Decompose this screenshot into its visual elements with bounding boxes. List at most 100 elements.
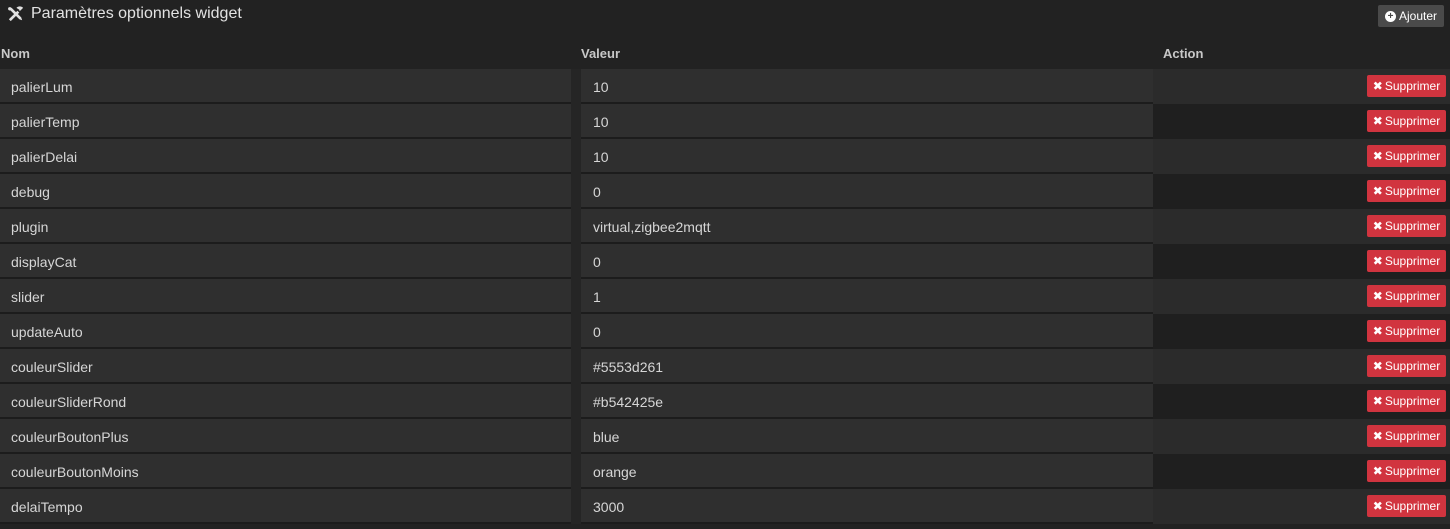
param-name-field[interactable]: slider [0, 279, 571, 314]
table-row: updateAuto 0 ✖ Supprimer [0, 314, 1450, 349]
action-cell: ✖ Supprimer [1153, 244, 1450, 279]
table-row: couleurSliderRond #b542425e ✖ Supprimer [0, 384, 1450, 419]
action-cell: ✖ Supprimer [1153, 104, 1450, 139]
delete-button-label: Supprimer [1384, 254, 1441, 268]
param-value-field[interactable]: #b542425e [581, 384, 1153, 419]
param-name-field[interactable]: couleurSliderRond [0, 384, 571, 419]
cell-divider [571, 174, 581, 209]
table-row: palierDelai 10 ✖ Supprimer [0, 139, 1450, 174]
param-name-field[interactable]: delaiTempo [0, 489, 571, 524]
param-value-field[interactable]: virtual,zigbee2mqtt [581, 209, 1153, 244]
param-name-field[interactable]: couleurBoutonPlus [0, 419, 571, 454]
param-value-field[interactable]: 10 [581, 104, 1153, 139]
params-table-body: palierLum 10 ✖ Supprimer palierTemp 10 ✖ Suppri… [0, 69, 1450, 524]
param-name-field[interactable]: displayCat [0, 244, 571, 279]
cell-divider [571, 314, 581, 349]
table-row: couleurSlider #5553d261 ✖ Supprimer [0, 349, 1450, 384]
delete-button[interactable]: ✖ Supprimer [1367, 355, 1446, 377]
delete-button-label: Supprimer [1384, 149, 1441, 163]
table-row: displayCat 0 ✖ Supprimer [0, 244, 1450, 279]
close-icon: ✖ [1372, 114, 1383, 128]
param-name-text: couleurBoutonPlus [11, 429, 129, 445]
param-value-field[interactable]: #5553d261 [581, 349, 1153, 384]
add-button-label: Ajouter [1398, 9, 1438, 23]
param-name-field[interactable]: debug [0, 174, 571, 209]
delete-button[interactable]: ✖ Supprimer [1367, 215, 1446, 237]
cell-divider [571, 349, 581, 384]
tools-icon [8, 6, 24, 22]
param-value-field[interactable]: blue [581, 419, 1153, 454]
param-name-text: plugin [11, 219, 49, 235]
table-row: couleurBoutonMoins orange ✖ Supprimer [0, 454, 1450, 489]
cell-divider [571, 69, 581, 104]
column-header-action: Action [1163, 46, 1204, 61]
delete-button[interactable]: ✖ Supprimer [1367, 285, 1446, 307]
action-cell: ✖ Supprimer [1153, 384, 1450, 419]
action-cell: ✖ Supprimer [1153, 314, 1450, 349]
delete-button[interactable]: ✖ Supprimer [1367, 110, 1446, 132]
param-name-text: palierDelai [11, 149, 78, 165]
widget-optional-params-panel: Paramètres optionnels widget + Ajouter N… [0, 0, 1450, 529]
delete-button-label: Supprimer [1384, 324, 1441, 338]
close-icon: ✖ [1372, 184, 1383, 198]
cell-divider [571, 104, 581, 139]
delete-button[interactable]: ✖ Supprimer [1367, 75, 1446, 97]
param-value-text: 0 [593, 184, 601, 200]
param-name-text: displayCat [11, 254, 77, 270]
param-name-text: updateAuto [11, 324, 83, 340]
param-value-field[interactable]: 10 [581, 139, 1153, 174]
param-value-text: virtual,zigbee2mqtt [593, 219, 711, 235]
delete-button[interactable]: ✖ Supprimer [1367, 425, 1446, 447]
cell-divider [571, 279, 581, 314]
param-name-field[interactable]: plugin [0, 209, 571, 244]
close-icon: ✖ [1372, 429, 1383, 443]
param-value-field[interactable]: 0 [581, 244, 1153, 279]
panel-title: Paramètres optionnels widget [31, 5, 242, 22]
param-value-text: 10 [593, 79, 609, 95]
action-cell: ✖ Supprimer [1153, 419, 1450, 454]
param-name-field[interactable]: couleurSlider [0, 349, 571, 384]
table-row: palierLum 10 ✖ Supprimer [0, 69, 1450, 104]
delete-button[interactable]: ✖ Supprimer [1367, 145, 1446, 167]
plus-circle-icon: + [1384, 10, 1396, 22]
close-icon: ✖ [1372, 499, 1383, 513]
param-value-field[interactable]: 1 [581, 279, 1153, 314]
delete-button-label: Supprimer [1384, 184, 1441, 198]
param-name-field[interactable]: palierTemp [0, 104, 571, 139]
param-value-field[interactable]: orange [581, 454, 1153, 489]
delete-button[interactable]: ✖ Supprimer [1367, 180, 1446, 202]
add-button[interactable]: + Ajouter [1378, 5, 1444, 27]
delete-button-label: Supprimer [1384, 394, 1441, 408]
close-icon: ✖ [1372, 464, 1383, 478]
param-value-field[interactable]: 10 [581, 69, 1153, 104]
param-value-field[interactable]: 0 [581, 174, 1153, 209]
param-name-text: couleurSliderRond [11, 394, 127, 410]
action-cell: ✖ Supprimer [1153, 454, 1450, 489]
param-name-field[interactable]: palierDelai [0, 139, 571, 174]
delete-button[interactable]: ✖ Supprimer [1367, 250, 1446, 272]
table-row: delaiTempo 3000 ✖ Supprimer [0, 489, 1450, 524]
param-name-field[interactable]: palierLum [0, 69, 571, 104]
param-value-field[interactable]: 3000 [581, 489, 1153, 524]
param-value-text: 3000 [593, 499, 625, 515]
delete-button-label: Supprimer [1384, 499, 1441, 513]
delete-button[interactable]: ✖ Supprimer [1367, 495, 1446, 517]
delete-button[interactable]: ✖ Supprimer [1367, 320, 1446, 342]
close-icon: ✖ [1372, 149, 1383, 163]
param-value-field[interactable]: 0 [581, 314, 1153, 349]
cell-divider [571, 209, 581, 244]
param-name-text: debug [11, 184, 50, 200]
delete-button[interactable]: ✖ Supprimer [1367, 390, 1446, 412]
param-value-text: orange [593, 464, 637, 480]
action-cell: ✖ Supprimer [1153, 69, 1450, 104]
cell-divider [571, 419, 581, 454]
table-row: plugin virtual,zigbee2mqtt ✖ Supprimer [0, 209, 1450, 244]
table-header: Nom Valeur Action [0, 44, 1450, 64]
column-header-value: Valeur [581, 46, 621, 61]
param-name-text: palierLum [11, 79, 73, 95]
delete-button[interactable]: ✖ Supprimer [1367, 460, 1446, 482]
param-name-field[interactable]: couleurBoutonMoins [0, 454, 571, 489]
param-name-field[interactable]: updateAuto [0, 314, 571, 349]
delete-button-label: Supprimer [1384, 114, 1441, 128]
param-value-text: 0 [593, 324, 601, 340]
